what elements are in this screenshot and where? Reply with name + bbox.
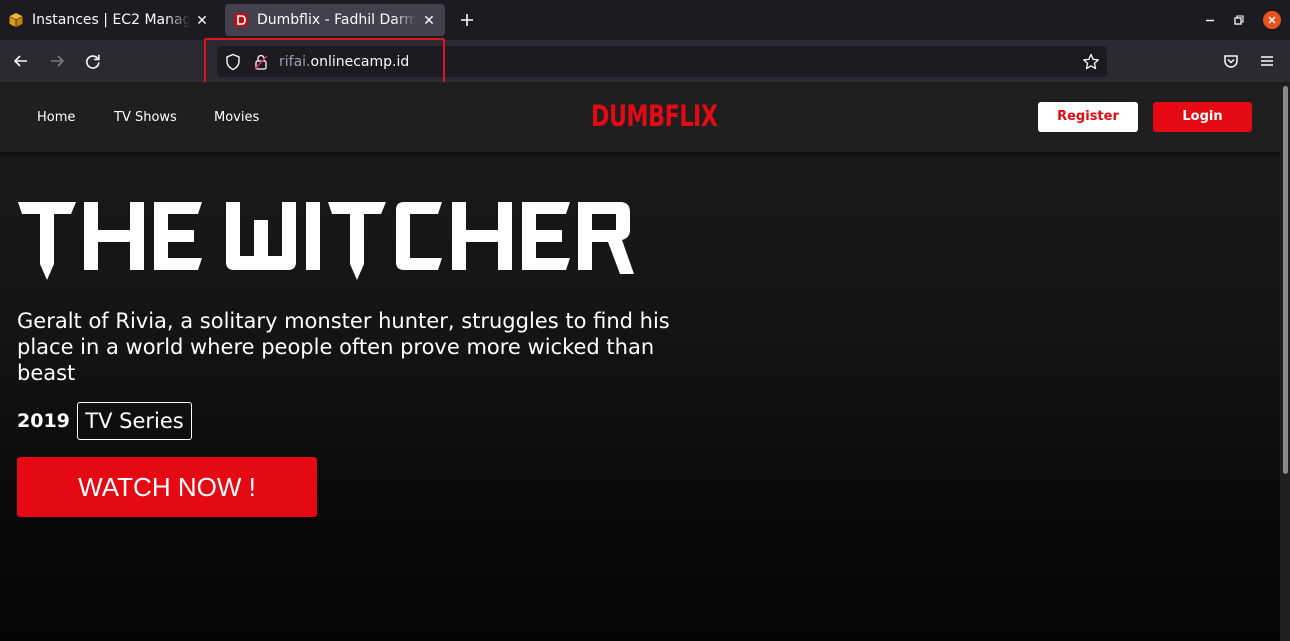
url-subdomain: rifai. <box>279 54 311 70</box>
dumbflix-logo[interactable]: DUMBFLIX <box>591 100 718 133</box>
close-tab-icon[interactable]: ✕ <box>421 12 437 28</box>
new-tab-plus-icon[interactable] <box>456 9 478 31</box>
tab-title: Dumbflix - Fadhil Darma Putera <box>257 12 417 28</box>
pocket-icon[interactable] <box>1220 50 1242 72</box>
the-witcher-title-logo <box>18 202 634 280</box>
url-domain: onlinecamp.id <box>310 54 410 70</box>
hero-synopsis: Geralt of Rivia, a solitary monster hunt… <box>17 309 670 385</box>
close-tab-icon[interactable]: ✕ <box>194 12 210 28</box>
tab-title: Instances | EC2 Management Console <box>32 12 190 28</box>
reload-icon[interactable] <box>82 50 104 72</box>
minimize-window-icon[interactable] <box>1200 10 1220 30</box>
scrollbar-thumb[interactable] <box>1283 86 1288 474</box>
dumbflix-page: Home TV Shows Movies DUMBFLIX Register L… <box>0 82 1280 641</box>
watch-now-button[interactable]: WATCH NOW ! <box>17 457 317 517</box>
register-button[interactable]: Register <box>1038 102 1138 132</box>
nav-tv-shows-link[interactable]: TV Shows <box>114 110 177 126</box>
nav-movies-link[interactable]: Movies <box>214 110 259 126</box>
release-year: 2019 <box>17 410 70 432</box>
shield-icon[interactable] <box>223 52 243 72</box>
forward-arrow-icon[interactable] <box>46 50 68 72</box>
aws-cube-icon <box>9 13 23 27</box>
lock-warning-icon[interactable] <box>251 52 271 72</box>
tab-dumbflix[interactable]: Dumbflix - Fadhil Darma Putera ✕ <box>225 4 445 36</box>
bookmark-star-icon[interactable] <box>1081 52 1101 72</box>
site-header: Home TV Shows Movies DUMBFLIX Register L… <box>0 82 1280 152</box>
close-window-icon[interactable] <box>1262 10 1282 30</box>
genre-badge: TV Series <box>77 402 192 440</box>
dumbflix-icon <box>234 13 248 27</box>
nav-home-link[interactable]: Home <box>37 110 75 126</box>
back-arrow-icon[interactable] <box>10 50 32 72</box>
restore-window-icon[interactable] <box>1228 10 1248 30</box>
tab-bar: Instances | EC2 Management Console ✕ Dum… <box>0 0 1290 40</box>
hamburger-menu-icon[interactable] <box>1256 50 1278 72</box>
login-button[interactable]: Login <box>1153 102 1252 132</box>
url-text[interactable]: rifai.onlinecamp.id <box>279 52 409 72</box>
tab-ec2-instances[interactable]: Instances | EC2 Management Console ✕ <box>0 4 218 36</box>
